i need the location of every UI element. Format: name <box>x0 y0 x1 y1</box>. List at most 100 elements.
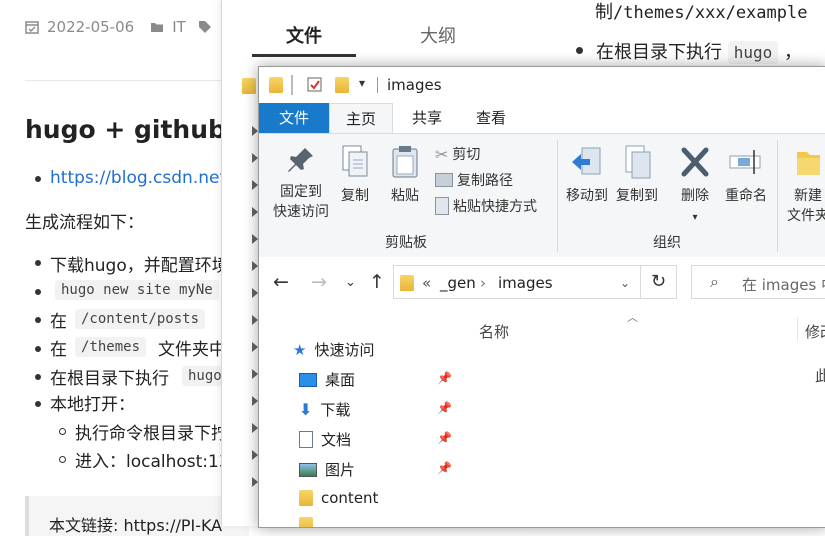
paste-shortcut-button[interactable]: 粘贴快捷方式 <box>435 196 537 216</box>
copy-button[interactable]: 复制 <box>337 144 373 206</box>
post-category[interactable]: IT <box>172 18 186 36</box>
tab-file[interactable]: 文件 <box>259 103 329 133</box>
pinned-icon: 📌 <box>437 461 452 475</box>
calendar-icon <box>25 21 39 34</box>
button-label: 粘贴快捷方式 <box>453 199 537 215</box>
list-bullet <box>576 47 583 54</box>
customize-toolbar-icon[interactable]: ▾ <box>359 76 365 90</box>
search-box[interactable]: ⌕ 在 images 中 <box>691 265 825 299</box>
copyright-box: 本文链接: https://PI-KA <box>25 496 249 536</box>
button-label: 移动到 <box>566 188 608 204</box>
list-item: 下载hugo，并配置环境 <box>50 256 229 276</box>
nav-pictures[interactable]: 图片 <box>299 459 355 480</box>
list-item: 在 <box>50 340 67 360</box>
copy-path-button[interactable]: 复制路径 <box>435 170 513 190</box>
pin-quick-access-button[interactable]: 固定到 快速访问 <box>263 144 339 222</box>
move-to-icon <box>572 147 601 175</box>
nav-label: 下载 <box>320 401 351 419</box>
separator <box>377 77 378 93</box>
pictures-icon <box>299 462 317 477</box>
breadcrumb-gen[interactable]: _gen <box>440 274 476 292</box>
button-label: 复制路径 <box>457 173 513 189</box>
nav-label: 图片 <box>325 461 356 479</box>
delete-button[interactable]: 删除 ▾ <box>673 144 717 228</box>
chevron-down-icon[interactable]: ▾ <box>692 212 697 223</box>
post-date: 2022-05-06 <box>47 18 135 36</box>
recent-locations-chevron-icon[interactable]: ⌄ <box>345 275 356 290</box>
folder-icon <box>299 490 313 506</box>
move-to-button[interactable]: 移动到 <box>563 144 611 206</box>
file-list: ︿ 名称 修改 此 <box>457 311 825 527</box>
column-divider[interactable] <box>797 317 798 341</box>
group-separator <box>777 140 778 252</box>
nav-quick-access[interactable]: ★ 快速访问 <box>293 339 374 360</box>
group-separator <box>557 140 558 252</box>
button-label: 重命名 <box>725 188 767 204</box>
desktop-icon <box>299 372 317 387</box>
sort-ascending-icon: ︿ <box>627 311 638 324</box>
pinned-icon: 📌 <box>437 431 452 445</box>
nav-label: 快速访问 <box>314 341 375 359</box>
divider <box>25 80 225 81</box>
tab-share[interactable]: 共享 <box>397 103 457 133</box>
search-placeholder: 在 images 中 <box>742 276 825 294</box>
nav-documents[interactable]: 文档 <box>299 429 351 450</box>
scissors-icon: ✂ <box>435 144 449 164</box>
column-header-name[interactable]: 名称 <box>479 321 509 342</box>
clipboard-icon <box>392 146 418 178</box>
pinned-icon: 📌 <box>437 371 452 385</box>
file-explorer-window: ▾ images 文件 主页 共享 查看 固定到 快速访问 复制 粘贴 ✂ 剪切 <box>258 66 825 528</box>
new-folder-icon <box>797 152 820 175</box>
properties-icon[interactable] <box>307 77 323 93</box>
up-arrow-icon[interactable]: ↑ <box>369 271 385 293</box>
forward-arrow-icon[interactable]: → <box>311 271 327 293</box>
address-dropdown-chevron-icon[interactable]: ⌄ <box>620 276 630 290</box>
code-snippet: /content/posts <box>75 309 206 329</box>
doc-text: 制 <box>595 2 613 23</box>
reference-link[interactable]: https://blog.csdn.net/q <box>50 168 243 188</box>
nav-desktop[interactable]: 桌面 <box>299 369 355 390</box>
nav-folder[interactable] <box>299 517 313 527</box>
title-bar[interactable]: ▾ images <box>259 67 825 103</box>
tab-view[interactable]: 查看 <box>459 103 523 133</box>
new-folder-icon[interactable] <box>335 77 349 93</box>
breadcrumb-overflow[interactable]: « <box>422 274 431 292</box>
back-arrow-icon[interactable]: ← <box>273 271 289 293</box>
list-item: 在根目录下执行 <box>50 369 169 389</box>
pinned-icon: 📌 <box>437 401 452 415</box>
delete-x-icon <box>681 147 709 177</box>
tab-outline[interactable]: 大纲 <box>420 22 456 48</box>
nav-downloads[interactable]: ⬇ 下载 <box>299 399 350 420</box>
cut-button[interactable]: ✂ 剪切 <box>435 144 480 164</box>
folder-icon <box>151 23 164 32</box>
copy-to-button[interactable]: 复制到 <box>613 144 661 206</box>
address-bar[interactable]: « _gen › images ⌄ <box>393 265 641 299</box>
button-label: 文件夹 <box>787 208 825 224</box>
active-tab-indicator <box>252 54 356 57</box>
nav-label: 桌面 <box>325 371 356 389</box>
group-label-clipboard: 剪贴板 <box>385 235 427 251</box>
list-item: 文件夹中 <box>158 340 226 360</box>
search-icon: ⌕ <box>710 272 719 291</box>
doc-text-line: 制/themes/xxx/example <box>595 0 807 24</box>
folder-icon <box>400 275 414 291</box>
folder-icon <box>269 77 283 93</box>
paste-button[interactable]: 粘贴 <box>385 144 425 206</box>
nav-content-folder[interactable]: content <box>299 489 378 507</box>
post-meta: 2022-05-06 IT <box>25 18 212 36</box>
column-header-modified[interactable]: 修改 <box>805 321 825 342</box>
refresh-button[interactable]: ↻ <box>641 265 677 299</box>
tab-home[interactable]: 主页 <box>329 103 393 133</box>
new-folder-button[interactable]: 新建 文件夹 <box>783 144 825 226</box>
doc-text-line: 在根目录下执行 hugo ， <box>596 38 802 64</box>
list-item: 执行命令根目录下拧 <box>75 424 228 444</box>
button-label: 复制 <box>341 188 369 204</box>
copy-path-icon <box>435 173 453 187</box>
button-label: 粘贴 <box>391 188 419 204</box>
breadcrumb-separator-icon[interactable]: › <box>480 274 486 292</box>
rename-button[interactable]: 重命名 <box>721 144 771 206</box>
nav-label: 文档 <box>321 431 352 449</box>
tab-files[interactable]: 文件 <box>286 22 322 48</box>
breadcrumb-images[interactable]: images <box>498 274 553 292</box>
empty-folder-message: 此 <box>815 365 825 386</box>
